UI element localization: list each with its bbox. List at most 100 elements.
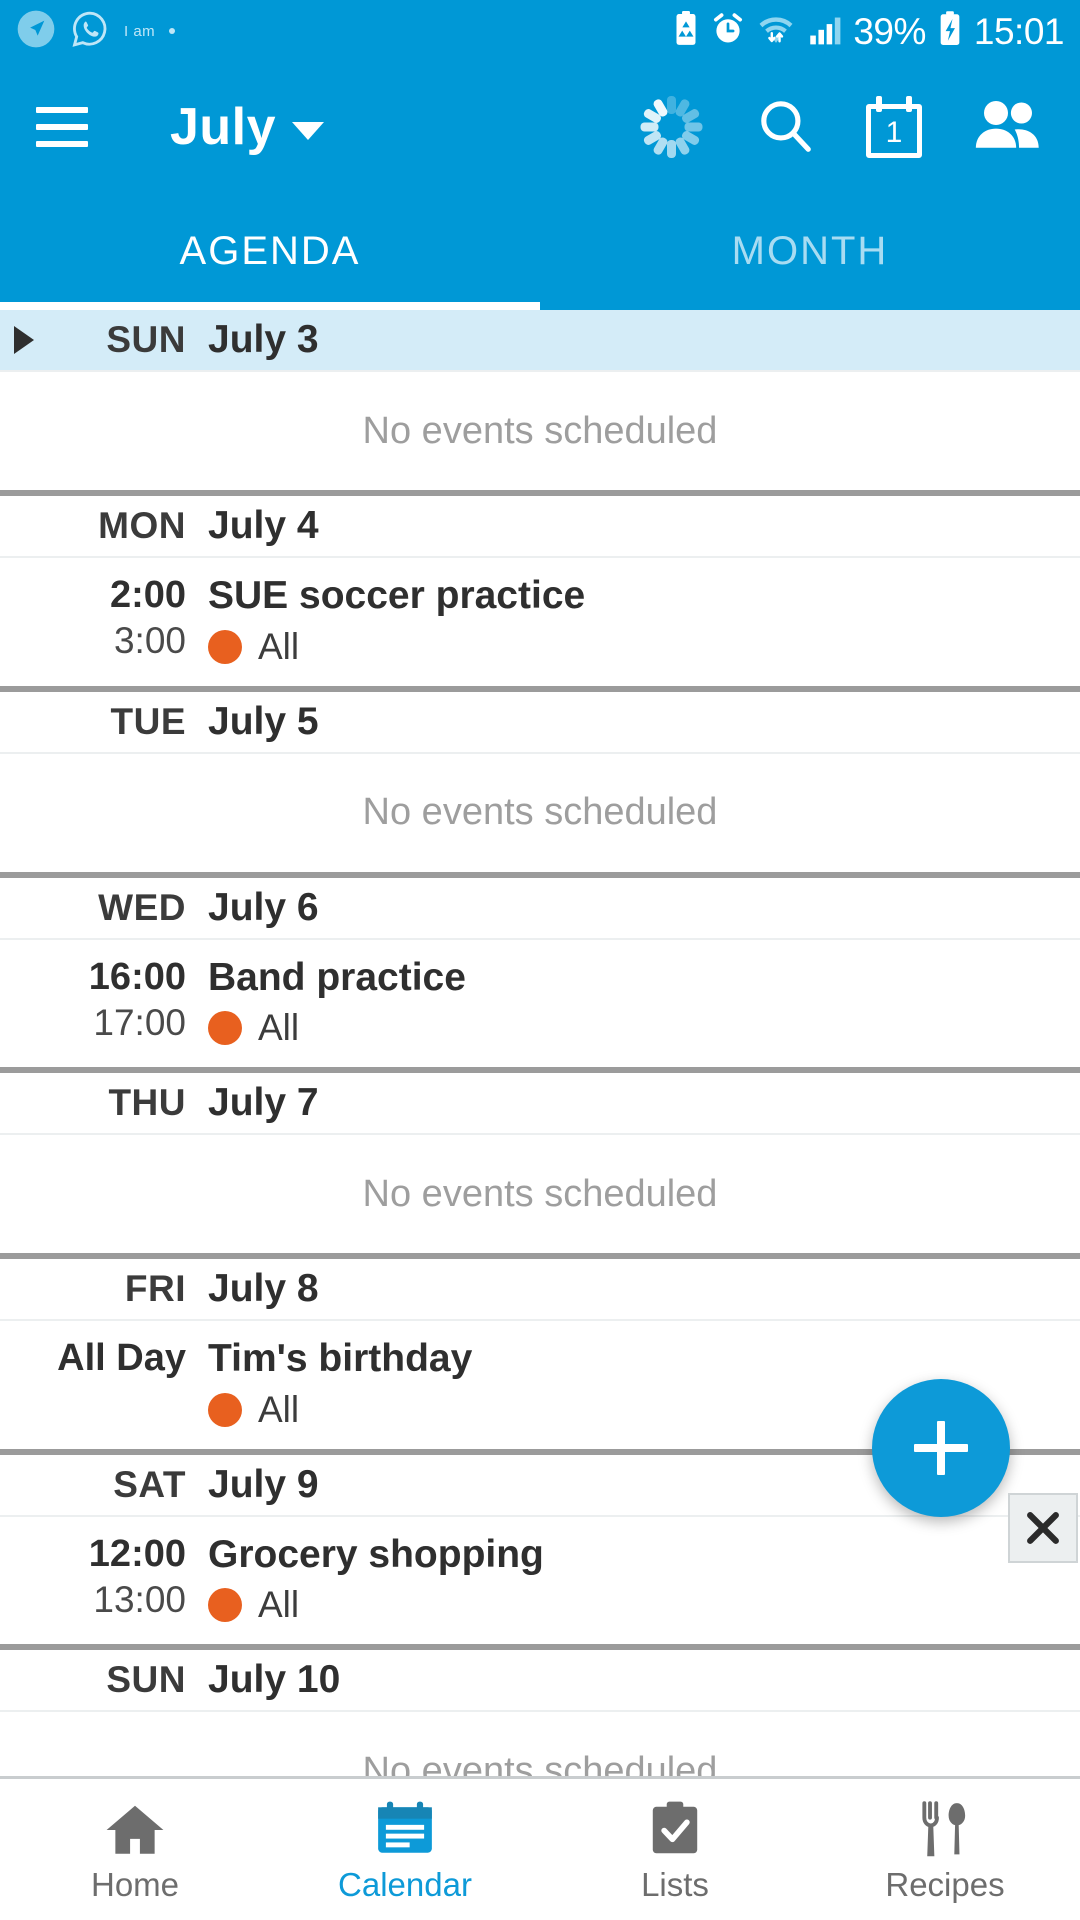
bottom-navigation: Home Calendar Lists Recipes: [0, 1776, 1080, 1920]
app-bar: July 1: [0, 62, 1080, 192]
event-title: Grocery shopping: [208, 1532, 544, 1576]
day-header[interactable]: SUN July 10: [0, 1650, 1080, 1713]
agenda-list[interactable]: SUN July 3 No events scheduled MON July 4 2:0…: [0, 310, 1080, 1776]
day-of-week-label: SUN: [106, 1659, 186, 1701]
wifi-icon: [755, 11, 797, 52]
event-end-time: 17:00: [93, 1001, 186, 1043]
event-start-time: All Day: [57, 1337, 186, 1380]
day-header[interactable]: THU July 7: [0, 1073, 1080, 1136]
close-button[interactable]: [1008, 1493, 1078, 1563]
day-date-label: July 3: [208, 318, 319, 361]
app-bar-actions: 1: [638, 94, 1044, 161]
search-icon[interactable]: [754, 94, 816, 161]
day-header[interactable]: MON July 4: [0, 496, 1080, 558]
calendar-day-icon[interactable]: 1: [866, 96, 922, 158]
clock-label: 15:01: [973, 10, 1065, 52]
nav-item-calendar[interactable]: Calendar: [270, 1779, 540, 1920]
close-icon: [1027, 1512, 1059, 1544]
event-calendar-name: All: [258, 1388, 300, 1430]
day-header[interactable]: FRI July 8: [0, 1259, 1080, 1322]
fork-spoon-icon: [914, 1796, 976, 1858]
day-of-week-label: SAT: [113, 1463, 186, 1505]
event-body: Grocery shopping All: [208, 1531, 1080, 1627]
navigation-icon: [16, 9, 56, 54]
day-of-week-label: MON: [98, 505, 186, 546]
day-of-week-label: TUE: [110, 700, 186, 742]
home-icon: [104, 1796, 166, 1858]
empty-day-row: No events scheduled: [0, 1135, 1080, 1254]
event-title: Band practice: [208, 955, 466, 999]
tab-agenda-label: AGENDA: [179, 228, 361, 273]
event-calendar-name: All: [258, 625, 300, 667]
signal-icon: [807, 11, 843, 52]
event-body: Band practice All: [208, 954, 1080, 1050]
page-title: July: [170, 98, 277, 156]
no-events-label: No events scheduled: [362, 791, 718, 834]
battery-saver-icon: [671, 10, 701, 53]
nav-item-recipes[interactable]: Recipes: [810, 1779, 1080, 1920]
status-bar-left: I am: [16, 9, 176, 54]
loading-spinner-icon: [638, 94, 704, 160]
day-date-label: July 4: [208, 504, 319, 547]
event-time-column: 16:00 17:00: [0, 954, 208, 1045]
no-events-label: No events scheduled: [362, 409, 718, 452]
event-row[interactable]: 12:00 13:00 Grocery shopping All: [0, 1516, 1080, 1645]
event-end-time: 13:00: [93, 1579, 186, 1621]
event-calendar: All: [208, 1007, 1080, 1049]
event-title: Tim's birthday: [208, 1337, 473, 1381]
calendar-icon: [374, 1796, 436, 1858]
no-events-label: No events scheduled: [362, 1172, 718, 1215]
alarm-icon: [711, 11, 745, 52]
event-title: SUE soccer practice: [208, 574, 586, 617]
event-time-column: 12:00 13:00: [0, 1531, 208, 1622]
day-of-week-label: THU: [108, 1082, 186, 1124]
nav-item-home[interactable]: Home: [0, 1779, 270, 1920]
clipboard-check-icon: [644, 1796, 706, 1858]
status-dot-icon: [169, 28, 176, 34]
battery-percent-label: 39%: [853, 10, 926, 52]
event-start-time: 12:00: [88, 1532, 186, 1575]
day-date-label: July 8: [208, 1267, 319, 1311]
people-icon[interactable]: [972, 94, 1044, 161]
day-header[interactable]: TUE July 5: [0, 691, 1080, 754]
status-bar-right: 39% 15:01: [671, 9, 1065, 54]
nav-label-lists: Lists: [641, 1865, 709, 1903]
hamburger-icon[interactable]: [36, 107, 88, 147]
tab-month[interactable]: MONTH: [540, 192, 1080, 310]
add-event-fab[interactable]: [872, 1379, 1010, 1517]
event-row[interactable]: 2:00 3:00 SUE soccer practice All: [0, 558, 1080, 686]
plus-icon-vertical: [937, 1421, 945, 1475]
empty-day-row: No events scheduled: [0, 372, 1080, 490]
day-date-label: July 6: [208, 885, 319, 929]
calendar-day-badge: 1: [885, 116, 903, 149]
whatsapp-icon: [70, 9, 110, 54]
tab-month-label: MONTH: [731, 228, 889, 273]
event-end-time: 3:00: [113, 620, 186, 662]
no-events-label: No events scheduled: [362, 1749, 718, 1776]
empty-day-row: No events scheduled: [0, 753, 1080, 872]
calendar-color-dot-icon: [208, 1392, 242, 1427]
event-time-column: All Day: [0, 1335, 208, 1381]
carrier-label: I am: [124, 22, 156, 40]
day-date-label: July 7: [208, 1081, 319, 1125]
day-header[interactable]: SUN July 3: [0, 310, 1080, 372]
nav-label-recipes: Recipes: [885, 1865, 1005, 1903]
calendar-color-dot-icon: [208, 629, 242, 664]
today-marker-cell: [0, 326, 48, 354]
day-header[interactable]: WED July 6: [0, 877, 1080, 940]
month-selector[interactable]: July: [170, 97, 325, 157]
event-calendar-name: All: [258, 1584, 300, 1626]
event-start-time: 16:00: [88, 955, 186, 998]
event-calendar-name: All: [258, 1007, 300, 1049]
nav-item-lists[interactable]: Lists: [540, 1779, 810, 1920]
status-bar: I am 39% 15:01: [0, 0, 1080, 62]
calendar-color-dot-icon: [208, 1011, 242, 1046]
tab-agenda[interactable]: AGENDA: [0, 192, 540, 310]
day-date-label: July 10: [208, 1658, 341, 1702]
charging-battery-icon: [936, 9, 964, 54]
event-row[interactable]: 16:00 17:00 Band practice All: [0, 939, 1080, 1068]
nav-label-home: Home: [90, 1865, 180, 1903]
view-tabs: AGENDA MONTH: [0, 192, 1080, 310]
calendar-color-dot-icon: [208, 1588, 242, 1623]
triangle-right-icon: [14, 326, 34, 354]
